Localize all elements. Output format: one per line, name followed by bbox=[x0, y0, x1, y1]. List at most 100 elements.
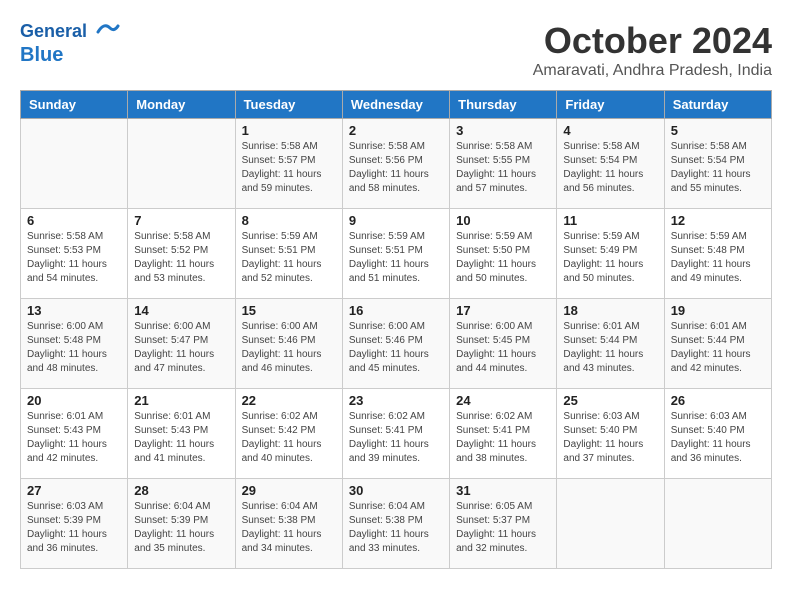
calendar-cell: 9 Sunrise: 5:59 AM Sunset: 5:51 PM Daylig… bbox=[342, 209, 449, 299]
weekday-header: Tuesday bbox=[235, 91, 342, 119]
day-info: Sunrise: 5:59 AM Sunset: 5:51 PM Dayligh… bbox=[349, 230, 443, 286]
day-info: Sunrise: 6:02 AM Sunset: 5:42 PM Dayligh… bbox=[242, 410, 336, 466]
calendar-cell bbox=[21, 119, 128, 209]
day-info: Sunrise: 5:59 AM Sunset: 5:51 PM Dayligh… bbox=[242, 230, 336, 286]
calendar-cell: 25Sunrise: 6:03 AM Sunset: 5:40 PM Dayli… bbox=[557, 389, 664, 479]
calendar-cell: 19 Sunrise: 6:01 AM Sunset: 5:44 PM Dayli… bbox=[664, 299, 771, 389]
day-info: Sunrise: 5:58 AM Sunset: 5:53 PM Dayligh… bbox=[27, 230, 121, 286]
calendar-cell: 23 Sunrise: 6:02 AM Sunset: 5:41 PM Dayli… bbox=[342, 389, 449, 479]
day-number: 25 bbox=[563, 393, 657, 408]
day-info: Sunrise: 6:00 AM Sunset: 5:47 PM Dayligh… bbox=[134, 320, 228, 376]
day-info: Sunrise: 6:01 AM Sunset: 5:43 PM Dayligh… bbox=[27, 410, 121, 466]
day-number: 8 bbox=[242, 213, 336, 228]
day-number: 30 bbox=[349, 483, 443, 498]
day-info: Sunrise: 6:00 AM Sunset: 5:45 PM Dayligh… bbox=[456, 320, 550, 376]
calendar-header-row: SundayMondayTuesdayWednesdayThursdayFrid… bbox=[21, 91, 772, 119]
day-number: 9 bbox=[349, 213, 443, 228]
calendar-cell: 30Sunrise: 6:04 AM Sunset: 5:38 PM Dayli… bbox=[342, 479, 449, 569]
day-info: Sunrise: 5:58 AM Sunset: 5:54 PM Dayligh… bbox=[563, 140, 657, 196]
location: Amaravati, Andhra Pradesh, India bbox=[533, 62, 772, 80]
day-number: 29 bbox=[242, 483, 336, 498]
day-number: 2 bbox=[349, 123, 443, 138]
day-number: 20 bbox=[27, 393, 121, 408]
calendar-cell: 5 Sunrise: 5:58 AM Sunset: 5:54 PM Daylig… bbox=[664, 119, 771, 209]
day-info: Sunrise: 5:58 AM Sunset: 5:56 PM Dayligh… bbox=[349, 140, 443, 196]
day-number: 15 bbox=[242, 303, 336, 318]
day-info: Sunrise: 6:02 AM Sunset: 5:41 PM Dayligh… bbox=[349, 410, 443, 466]
calendar-cell bbox=[664, 479, 771, 569]
calendar-table: SundayMondayTuesdayWednesdayThursdayFrid… bbox=[20, 90, 772, 569]
day-number: 5 bbox=[671, 123, 765, 138]
calendar-cell: 3 Sunrise: 5:58 AM Sunset: 5:55 PM Daylig… bbox=[450, 119, 557, 209]
calendar-cell: 26 Sunrise: 6:03 AM Sunset: 5:40 PM Dayli… bbox=[664, 389, 771, 479]
day-info: Sunrise: 5:58 AM Sunset: 5:55 PM Dayligh… bbox=[456, 140, 550, 196]
day-number: 27 bbox=[27, 483, 121, 498]
weekday-header: Sunday bbox=[21, 91, 128, 119]
day-info: Sunrise: 6:03 AM Sunset: 5:39 PM Dayligh… bbox=[27, 500, 121, 556]
day-info: Sunrise: 5:58 AM Sunset: 5:54 PM Dayligh… bbox=[671, 140, 765, 196]
day-number: 6 bbox=[27, 213, 121, 228]
day-info: Sunrise: 5:59 AM Sunset: 5:50 PM Dayligh… bbox=[456, 230, 550, 286]
day-info: Sunrise: 6:01 AM Sunset: 5:43 PM Dayligh… bbox=[134, 410, 228, 466]
calendar-cell bbox=[128, 119, 235, 209]
day-number: 17 bbox=[456, 303, 550, 318]
logo-general: General bbox=[20, 21, 87, 41]
calendar-cell: 11Sunrise: 5:59 AM Sunset: 5:49 PM Dayli… bbox=[557, 209, 664, 299]
day-info: Sunrise: 5:58 AM Sunset: 5:57 PM Dayligh… bbox=[242, 140, 336, 196]
day-info: Sunrise: 5:59 AM Sunset: 5:48 PM Dayligh… bbox=[671, 230, 765, 286]
weekday-header: Thursday bbox=[450, 91, 557, 119]
calendar-cell: 16Sunrise: 6:00 AM Sunset: 5:46 PM Dayli… bbox=[342, 299, 449, 389]
day-number: 24 bbox=[456, 393, 550, 408]
day-info: Sunrise: 5:58 AM Sunset: 5:52 PM Dayligh… bbox=[134, 230, 228, 286]
calendar-cell: 31Sunrise: 6:05 AM Sunset: 5:37 PM Dayli… bbox=[450, 479, 557, 569]
day-number: 21 bbox=[134, 393, 228, 408]
day-number: 19 bbox=[671, 303, 765, 318]
day-number: 26 bbox=[671, 393, 765, 408]
calendar-week-row: 27 Sunrise: 6:03 AM Sunset: 5:39 PM Dayli… bbox=[21, 479, 772, 569]
month-title: October 2024 bbox=[533, 20, 772, 62]
calendar-week-row: 6 Sunrise: 5:58 AM Sunset: 5:53 PM Daylig… bbox=[21, 209, 772, 299]
day-info: Sunrise: 6:02 AM Sunset: 5:41 PM Dayligh… bbox=[456, 410, 550, 466]
day-number: 23 bbox=[349, 393, 443, 408]
day-number: 12 bbox=[671, 213, 765, 228]
day-number: 10 bbox=[456, 213, 550, 228]
day-number: 14 bbox=[134, 303, 228, 318]
calendar-cell: 8 Sunrise: 5:59 AM Sunset: 5:51 PM Daylig… bbox=[235, 209, 342, 299]
logo-icon bbox=[96, 20, 120, 44]
calendar-cell bbox=[557, 479, 664, 569]
day-info: Sunrise: 6:01 AM Sunset: 5:44 PM Dayligh… bbox=[563, 320, 657, 376]
logo: General Blue bbox=[20, 20, 120, 66]
weekday-header: Wednesday bbox=[342, 91, 449, 119]
calendar-cell: 14 Sunrise: 6:00 AM Sunset: 5:47 PM Dayli… bbox=[128, 299, 235, 389]
day-number: 18 bbox=[563, 303, 657, 318]
weekday-header: Friday bbox=[557, 91, 664, 119]
logo-text: General bbox=[20, 20, 120, 44]
day-info: Sunrise: 6:04 AM Sunset: 5:38 PM Dayligh… bbox=[242, 500, 336, 556]
day-info: Sunrise: 6:03 AM Sunset: 5:40 PM Dayligh… bbox=[671, 410, 765, 466]
calendar-cell: 1Sunrise: 5:58 AM Sunset: 5:57 PM Daylig… bbox=[235, 119, 342, 209]
page-header: General Blue October 2024 Amaravati, And… bbox=[20, 20, 772, 80]
day-info: Sunrise: 6:01 AM Sunset: 5:44 PM Dayligh… bbox=[671, 320, 765, 376]
calendar-cell: 4 Sunrise: 5:58 AM Sunset: 5:54 PM Daylig… bbox=[557, 119, 664, 209]
day-number: 22 bbox=[242, 393, 336, 408]
calendar-cell: 7Sunrise: 5:58 AM Sunset: 5:52 PM Daylig… bbox=[128, 209, 235, 299]
day-info: Sunrise: 6:05 AM Sunset: 5:37 PM Dayligh… bbox=[456, 500, 550, 556]
calendar-cell: 27 Sunrise: 6:03 AM Sunset: 5:39 PM Dayli… bbox=[21, 479, 128, 569]
weekday-header: Saturday bbox=[664, 91, 771, 119]
day-number: 4 bbox=[563, 123, 657, 138]
logo-blue: Blue bbox=[20, 44, 120, 66]
calendar-cell: 13Sunrise: 6:00 AM Sunset: 5:48 PM Dayli… bbox=[21, 299, 128, 389]
day-number: 13 bbox=[27, 303, 121, 318]
day-number: 28 bbox=[134, 483, 228, 498]
calendar-cell: 18 Sunrise: 6:01 AM Sunset: 5:44 PM Dayli… bbox=[557, 299, 664, 389]
calendar-cell: 10 Sunrise: 5:59 AM Sunset: 5:50 PM Dayli… bbox=[450, 209, 557, 299]
day-info: Sunrise: 6:04 AM Sunset: 5:39 PM Dayligh… bbox=[134, 500, 228, 556]
day-info: Sunrise: 5:59 AM Sunset: 5:49 PM Dayligh… bbox=[563, 230, 657, 286]
calendar-cell: 22 Sunrise: 6:02 AM Sunset: 5:42 PM Dayli… bbox=[235, 389, 342, 479]
calendar-week-row: 1Sunrise: 5:58 AM Sunset: 5:57 PM Daylig… bbox=[21, 119, 772, 209]
calendar-cell: 15Sunrise: 6:00 AM Sunset: 5:46 PM Dayli… bbox=[235, 299, 342, 389]
calendar-cell: 6 Sunrise: 5:58 AM Sunset: 5:53 PM Daylig… bbox=[21, 209, 128, 299]
calendar-cell: 12 Sunrise: 5:59 AM Sunset: 5:48 PM Dayli… bbox=[664, 209, 771, 299]
calendar-week-row: 13Sunrise: 6:00 AM Sunset: 5:48 PM Dayli… bbox=[21, 299, 772, 389]
day-number: 3 bbox=[456, 123, 550, 138]
